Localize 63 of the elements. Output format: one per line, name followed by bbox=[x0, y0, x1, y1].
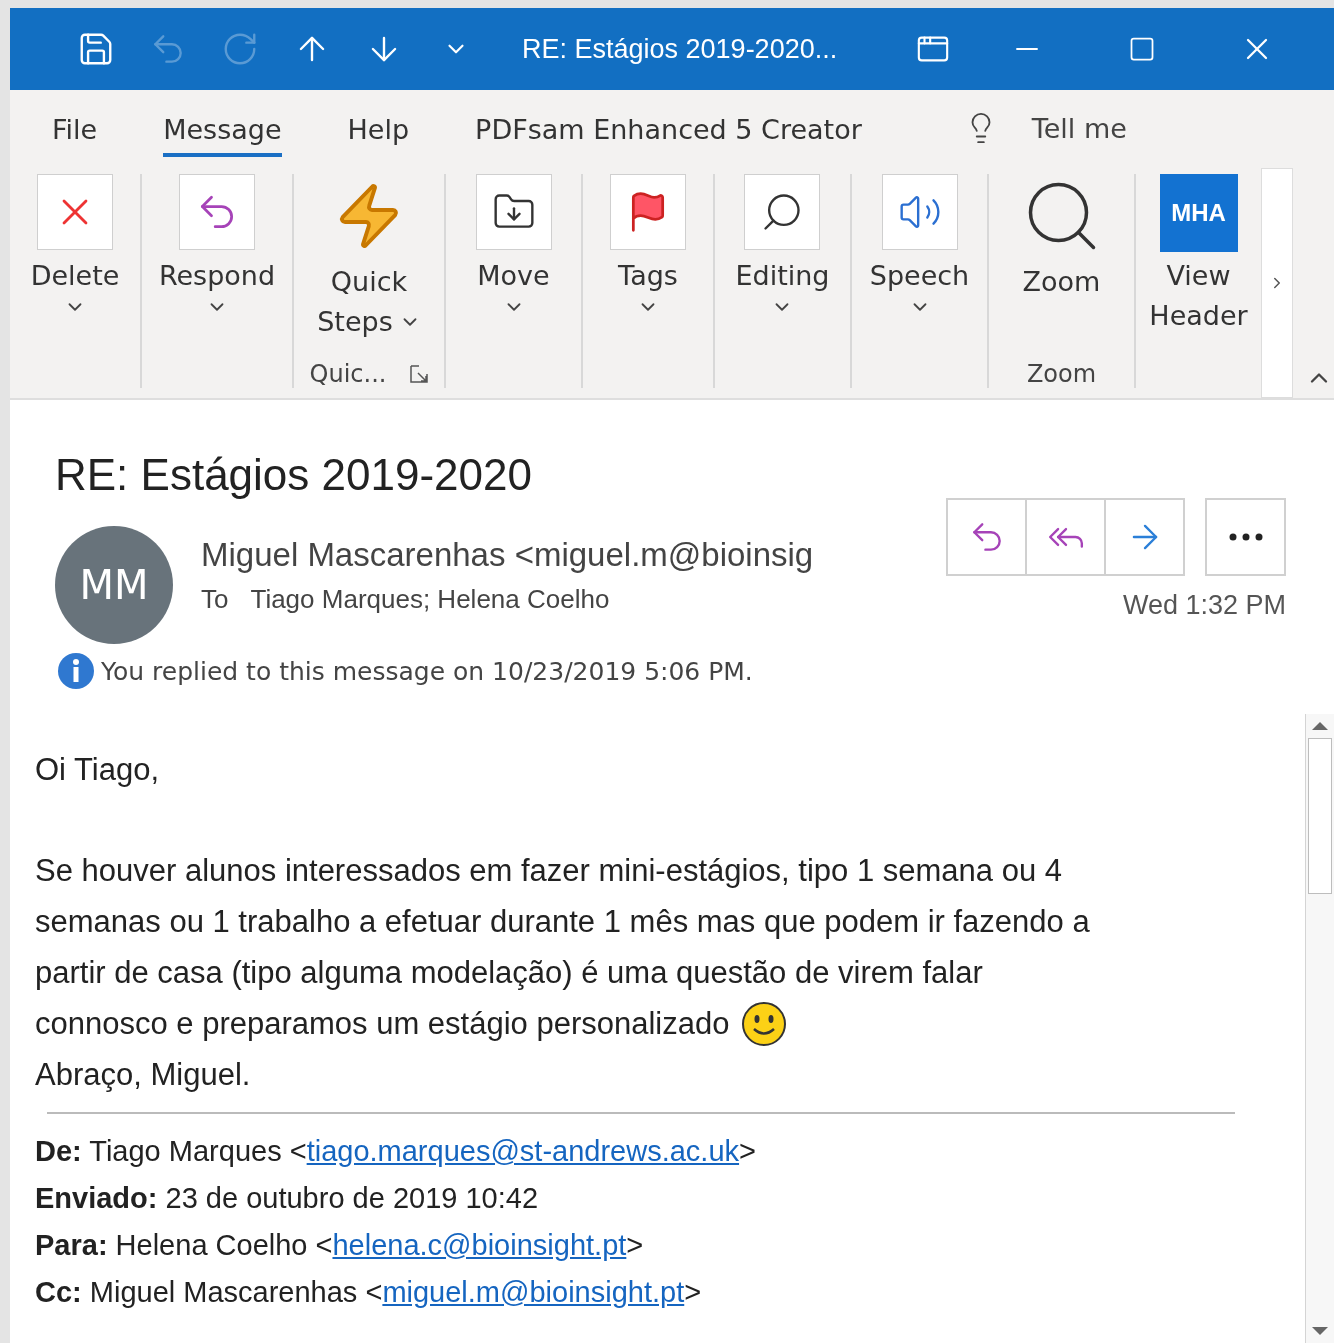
ribbon-tab[interactable]: Message bbox=[163, 105, 282, 157]
quoted-header-line: Cc: Miguel Mascarenhas <miguel.m@bioinsight.pt> bbox=[35, 1275, 703, 1310]
sent-time: Wed 1:32 PM bbox=[1122, 590, 1286, 621]
header-icon: MHA bbox=[1159, 174, 1238, 252]
sender: Miguel Mascarenhas <miguel.m@bioinsig bbox=[201, 536, 815, 574]
reply-icon bbox=[179, 174, 255, 250]
email-link[interactable]: tiago.marques@st-andrews.ac.uk bbox=[306, 1135, 740, 1167]
greeting: Oi Tiago, bbox=[35, 751, 161, 789]
button-label: Quick bbox=[330, 265, 408, 299]
message-text-line: partir de casa (tipo alguma modelação) é uma questão de virem falar bbox=[35, 954, 983, 992]
ribbon-button[interactable]: Quick Steps bbox=[317, 174, 421, 342]
message-text-line: Se houver alunos interessados em fazer mini-estágios, tipo 1 semana ou 4 bbox=[35, 852, 1062, 890]
scrollbar-thumb[interactable] bbox=[1308, 738, 1332, 894]
delete-icon bbox=[37, 174, 113, 250]
button-label: Steps bbox=[317, 305, 393, 339]
message-text-line: connosco e preparamos um estágio personalizado bbox=[35, 1005, 730, 1043]
button-label: Move bbox=[477, 259, 550, 293]
quoted-header-line: Para: Helena Coelho <helena.c@bioinsight.pt> bbox=[35, 1228, 645, 1263]
button-label: Respond bbox=[158, 259, 276, 293]
scrollbar[interactable] bbox=[1305, 714, 1334, 1343]
button-label: Speech bbox=[869, 259, 970, 293]
tell-me-field[interactable]: Tell me bbox=[1031, 112, 1127, 144]
scroll-down-icon[interactable] bbox=[1312, 1327, 1328, 1337]
email-link[interactable]: helena.c@bioinsight.pt bbox=[332, 1229, 627, 1261]
button-label: Header bbox=[1149, 299, 1248, 333]
group-label: Zoom bbox=[1026, 360, 1097, 388]
ellipsis-icon bbox=[1228, 533, 1263, 541]
search-icon bbox=[744, 174, 821, 250]
ribbon-button[interactable]: MHA View Header bbox=[1149, 174, 1248, 336]
info-icon bbox=[57, 652, 95, 690]
email-link[interactable]: miguel.m@bioinsight.pt bbox=[382, 1276, 685, 1308]
scroll-up-icon[interactable] bbox=[1312, 720, 1328, 730]
move-icon bbox=[475, 174, 552, 250]
ribbon-tab[interactable]: File bbox=[52, 105, 98, 157]
group-label: Quic... bbox=[309, 360, 387, 388]
ribbon-button[interactable]: Zoom bbox=[1019, 174, 1104, 302]
quoted-header-line: De: Tiago Marques <tiago.marques@st-andrews.ac.uk> bbox=[35, 1134, 757, 1169]
button-label: Delete bbox=[30, 259, 120, 293]
flag-icon bbox=[610, 174, 686, 250]
window-title: RE: Estágios 2019-2020... bbox=[522, 33, 838, 65]
launcher-icon[interactable] bbox=[410, 365, 429, 383]
message-text-line: semanas ou 1 trabalho a efetuar durante 1 mês mas que podem ir fazendo a bbox=[35, 903, 1090, 941]
ribbon-button[interactable]: Move bbox=[475, 174, 552, 318]
ribbon-button[interactable]: Speech bbox=[869, 174, 970, 318]
signoff: Abraço, Miguel. bbox=[35, 1056, 252, 1094]
button-label: Zoom bbox=[1022, 265, 1101, 299]
ribbon-button[interactable]: Editing bbox=[735, 174, 830, 318]
button-label: View bbox=[1166, 259, 1231, 293]
avatar: MM bbox=[55, 526, 173, 644]
speaker-icon bbox=[881, 174, 958, 250]
button-label: Editing bbox=[735, 259, 830, 293]
ribbon-button[interactable]: Tags bbox=[610, 174, 686, 318]
reply-info: You replied to this message on 10/23/2019 5:06 PM. bbox=[101, 656, 753, 686]
quoted-header-line: Enviado: 23 de outubro de 2019 10:42 bbox=[35, 1181, 540, 1216]
button-label: Tags bbox=[618, 259, 678, 293]
message-subject: RE: Estágios 2019-2020 bbox=[55, 450, 533, 500]
smiley-icon bbox=[741, 1000, 788, 1047]
ribbon-tab[interactable]: PDFsam Enhanced 5 Creator bbox=[475, 105, 862, 157]
ribbon-button[interactable]: Delete bbox=[30, 174, 120, 318]
ribbon-button[interactable]: Respond bbox=[158, 174, 276, 318]
recipients: Tiago Marques; Helena Coelho bbox=[250, 584, 610, 615]
to-label: To bbox=[201, 584, 229, 615]
ribbon-tab[interactable]: Help bbox=[347, 105, 410, 157]
